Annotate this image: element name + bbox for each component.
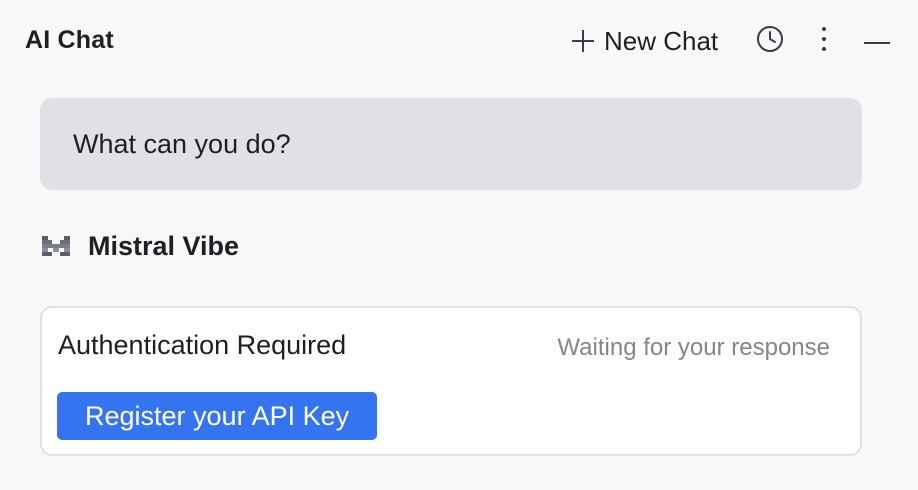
minimize-icon	[863, 32, 891, 50]
panel-header: AI Chat New Chat	[0, 0, 918, 82]
plus-icon	[570, 28, 596, 54]
auth-status: Waiting for your response	[557, 334, 830, 361]
new-chat-label: New Chat	[604, 25, 719, 56]
agent-header: Mistral Vibe	[42, 228, 239, 264]
history-icon	[755, 24, 785, 59]
panel-title: AI Chat	[25, 26, 114, 54]
more-vertical-icon	[819, 25, 829, 58]
more-options-button[interactable]	[807, 24, 841, 58]
history-button[interactable]	[753, 24, 787, 58]
ai-chat-panel: AI Chat New Chat What can you do? Mistra…	[0, 0, 918, 490]
authentication-card: Authentication Required Waiting for your…	[40, 306, 862, 456]
user-message-text: What can you do?	[73, 128, 291, 159]
mistral-logo-icon	[42, 236, 70, 256]
minimize-button[interactable]	[860, 24, 894, 58]
user-message-bubble: What can you do?	[40, 98, 862, 190]
auth-title: Authentication Required	[58, 330, 347, 360]
register-api-key-button[interactable]: Register your API Key	[57, 392, 378, 440]
agent-name: Mistral Vibe	[88, 230, 240, 261]
new-chat-button[interactable]: New Chat	[570, 24, 718, 58]
